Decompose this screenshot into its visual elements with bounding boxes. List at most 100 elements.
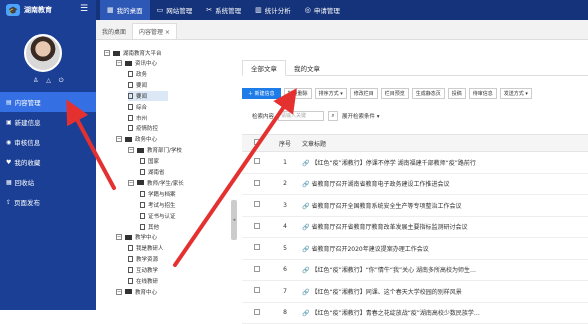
row-title-cell[interactable]: 🔗 省教育厅召开湖南省教育电子政务建设工作推进会议 [300,173,588,195]
collapse-icon[interactable]: − [116,60,122,66]
search-input[interactable]: 请输入关键 [278,111,325,121]
collapse-icon[interactable]: − [116,136,122,143]
sidebar-item[interactable]: ♥ 我的收藏 [0,152,96,172]
row-title[interactable]: 省教育厅召开省教育厅教育改革发展主要指标监测研讨会议 [311,224,467,231]
folder-icon [113,50,120,56]
table-row[interactable]: 6 🔗 【红色“疫”湘教行】“你”情牛“我”关心 湖南多所高校为师生… [242,259,588,281]
tree-node[interactable]: 市州 [128,113,147,123]
sidebar-item[interactable]: ▣ 新建信息 [0,112,96,132]
table-row[interactable]: 3 🔗 省教育厅召开全国教育系统安全生产等专项整治工作会议 [242,194,588,217]
top-nav-item[interactable]: ▥ 统计分析 [248,0,298,20]
top-nav-item[interactable]: ◎ 申请管理 [298,0,347,20]
tree-node[interactable]: 我是教研人 [128,243,164,253]
row-checkbox[interactable] [254,222,260,229]
sidebar-item[interactable]: ▦ 回收站 [0,172,96,192]
panel-collapse-handle[interactable]: ◂ [231,200,237,240]
tree-node[interactable]: − 教师/学生/家长 [128,178,184,188]
toolbar-button[interactable]: 栏目预览 [380,88,409,99]
tree-node[interactable]: 要闻 [128,90,168,101]
table-row[interactable]: 5 🔗 省教育厅召开2020年建议提案办理工作会议 [242,237,588,260]
row-title-cell[interactable]: 🔗 【红色“疫”湘教行】停课不停学 湖南福建千部教师“疫”路前行 [300,151,588,174]
table-row[interactable]: 2 🔗 省教育厅召开湖南省教育电子政务建设工作推进会议 [242,173,588,195]
row-title[interactable]: 【红色“疫”湘教行】“你”情牛“我”关心 湖南多所高校为师生… [311,267,476,274]
collapse-icon[interactable]: − [116,234,122,241]
tree-node[interactable]: 教学资源 [128,254,158,264]
tree-node[interactable]: 国家 [140,156,159,166]
collapse-icon[interactable]: − [128,179,134,186]
article-tab[interactable]: 全部文章 [242,60,286,76]
top-nav-item[interactable]: ▦ 我的桌面 [100,0,150,20]
table-row[interactable]: 4 🔗 省教育厅召开省教育厅教育改革发展主要指标监测研讨会议 [242,216,588,238]
row-title[interactable]: 【红色“疫”湘教行】青春之花绽放战“疫”湖南高校少数民族学… [311,310,479,317]
row-checkbox[interactable] [254,201,260,208]
row-checkbox[interactable] [254,265,260,272]
collapse-icon[interactable]: − [116,288,122,295]
toolbar-button[interactable]: 生成静态页 [411,88,445,99]
toolbar-button[interactable]: 批量删除 [283,88,312,99]
tree-node[interactable]: 在线教研 [128,276,158,286]
user-action-icons[interactable]: ♙ △ ⏻ [33,77,67,85]
app-logo-text: 湖南教育 [24,6,52,14]
row-checkbox[interactable] [254,179,260,186]
article-tab[interactable]: 我的文章 [286,60,328,76]
row-checkbox[interactable] [254,244,260,251]
new-info-button[interactable]: ＋ 新建信息 [242,88,281,99]
row-title-cell[interactable]: 🔗 【红色“疫”湘教行】青春之花绽放战“疫”湖南高校少数民族学… [300,302,588,324]
top-nav-item[interactable]: ✂ 系统管理 [199,0,248,20]
toolbar-button[interactable]: 待审信息 [468,88,497,99]
row-title[interactable]: 【红色“疫”湘教行】同课、这个春天大学校园的别样风景 [311,289,461,296]
tree-node[interactable]: 综合 [128,102,147,112]
tree-node[interactable]: 其他 [140,222,159,232]
table-row[interactable]: 1 🔗 【红色“疫”湘教行】停课不停学 湖南福建千部教师“疫”路前行 [242,151,588,174]
tree-node[interactable]: − 资讯中心 [116,58,157,68]
tree-node[interactable]: 疫情防控 [128,123,158,133]
page-tab[interactable]: 我的桌面 [96,23,132,39]
sidebar-item[interactable]: ◉ 审核信息 [0,132,96,152]
tree-node-label: 互动教学 [136,268,159,275]
row-checkbox[interactable] [254,158,260,165]
select-all-checkbox[interactable] [254,139,260,145]
search-icon[interactable]: ⌕ [328,111,339,121]
table-row[interactable]: 7 🔗 【红色“疫”湘教行】同课、这个春天大学校园的别样风景 [242,280,588,303]
tree-node[interactable]: 政务 [128,69,147,79]
row-title-cell[interactable]: 🔗 省教育厅召开全国教育系统安全生产等专项整治工作会议 [300,194,588,217]
row-title-cell[interactable]: 🔗 省教育厅召开2020年建议提案办理工作会议 [300,237,588,260]
tree-node[interactable]: 湖南省 [140,167,165,177]
tree-node[interactable]: − 政务中心 [116,134,157,144]
toolbar-button[interactable]: 修改栏目 [349,88,378,99]
row-title-cell[interactable]: 🔗 省教育厅召开省教育厅教育改革发展主要指标监测研讨会议 [300,216,588,238]
tree-node[interactable]: 要闻 [128,80,147,90]
row-title[interactable]: 省教育厅召开全国教育系统安全生产等专项整治工作会议 [311,203,461,210]
sidebar: ♙ △ ⏻ ▤ 内容管理 ▣ 新建信息 ◉ 审核信息 ♥ 我的收藏 ▦ 回收站 ⇪ 页面发布 [0,20,96,310]
tree-node[interactable]: − 教育中心 [116,287,157,297]
toolbar-button[interactable]: 投稿 [447,88,466,99]
page-tab[interactable]: 内容管理 × [132,23,177,39]
row-title[interactable]: 省教育厅召开2020年建议提案办理工作会议 [311,246,428,253]
collapse-icon[interactable]: − [128,147,134,154]
row-number: 4 [270,216,300,238]
row-checkbox[interactable] [254,287,260,294]
row-title[interactable]: 省教育厅召开湖南省教育电子政务建设工作推进会议 [311,181,449,188]
sidebar-item-label: 我的收藏 [14,159,41,167]
toolbar-button[interactable]: 发送方式 ▾ [499,88,532,99]
tree-node[interactable]: 证书与认证 [140,211,176,221]
sidebar-item[interactable]: ⇪ 页面发布 [0,192,96,212]
page-tab-bar: 我的桌面 内容管理 × [96,20,588,40]
sidebar-item[interactable]: ▤ 内容管理 [0,92,96,112]
row-title-cell[interactable]: 🔗 【红色“疫”湘教行】同课、这个春天大学校园的别样风景 [300,280,588,303]
expand-filter-link[interactable]: 展开检索条件 ▾ [342,112,380,120]
tree-node[interactable]: 考试与招生 [140,200,176,210]
tree-root[interactable]: − 湖南教育大平台 [104,48,162,58]
row-title[interactable]: 【红色“疫”湘教行】停课不停学 湖南福建千部教师“疫”路前行 [311,160,475,167]
top-nav-item[interactable]: ▭ 网站管理 [150,0,200,20]
tree-node[interactable]: − 教学中心 [116,232,157,242]
row-title-cell[interactable]: 🔗 【红色“疫”湘教行】“你”情牛“我”关心 湖南多所高校为师生… [300,259,588,281]
toolbar-button[interactable]: 排序方式 ▾ [314,88,347,99]
user-avatar[interactable] [24,34,62,72]
tree-node[interactable]: − 教育部门/学校 [128,145,182,155]
table-row[interactable]: 8 🔗 【红色“疫”湘教行】青春之花绽放战“疫”湖南高校少数民族学… [242,302,588,324]
tree-node[interactable]: 学籍与档案 [140,189,176,199]
tree-node[interactable]: 互动教学 [128,265,158,275]
collapse-icon[interactable]: − [104,50,110,56]
menu-toggle-icon[interactable]: ☰ [80,4,88,14]
